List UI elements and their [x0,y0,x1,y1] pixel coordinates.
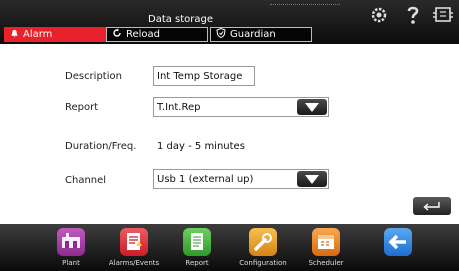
bottom-nav: Plant Alarms/Events Report Configuration… [0,224,459,271]
tab-guardian-label: Guardian [230,29,276,40]
report-value: T.Int.Rep [157,101,201,113]
tab-reload-label: Reload [126,29,161,40]
description-label: Description [65,71,122,82]
tab-bar: Alarm Reload Guardian [4,27,312,43]
header-divider [270,4,340,5]
back-arrow-icon [384,228,412,256]
tab-guardian[interactable]: Guardian [210,27,312,42]
shield-icon [216,27,226,41]
tab-alarm[interactable]: Alarm [4,27,106,42]
description-value: Int Temp Storage [157,70,243,82]
channel-dropdown-button[interactable] [297,171,327,187]
report-icon [183,228,211,256]
help-icon[interactable] [400,4,426,26]
nav-alarms-events-label: Alarms/Events [108,259,160,267]
duration-value: 1 day - 5 minutes [157,141,245,152]
chevron-down-icon [305,102,319,112]
scheduler-icon [312,228,340,256]
description-input[interactable]: Int Temp Storage [153,66,255,86]
chevron-down-icon [305,174,319,184]
channel-label: Channel [65,175,107,186]
report-select[interactable]: T.Int.Rep [153,97,329,117]
report-label: Report [65,102,99,113]
enter-icon [423,201,440,211]
reload-icon [112,28,122,41]
bell-icon [10,29,19,41]
alarm-events-icon [120,228,148,256]
enter-button[interactable] [413,197,451,215]
report-dropdown-button[interactable] [297,99,327,115]
tab-reload[interactable]: Reload [106,27,208,42]
channel-select[interactable]: Usb 1 (external up) [153,169,329,189]
duration-label: Duration/Freq. [65,141,137,152]
nav-scheduler-label: Scheduler [308,259,344,267]
pin-icon[interactable] [430,4,456,26]
channel-value: Usb 1 (external up) [157,173,254,185]
configuration-icon [249,228,277,256]
form-panel: Description Int Temp Storage Report T.In… [0,44,459,224]
header-bar: Data storage Alarm Reload Guardian [0,0,459,44]
nav-report-label: Report [185,259,209,267]
gear-icon[interactable] [366,4,392,26]
nav-plant-label: Plant [62,259,80,267]
page-title: Data storage [148,14,214,25]
nav-configuration-label: Configuration [239,259,287,267]
plant-icon [57,228,85,256]
tab-alarm-label: Alarm [23,29,53,40]
